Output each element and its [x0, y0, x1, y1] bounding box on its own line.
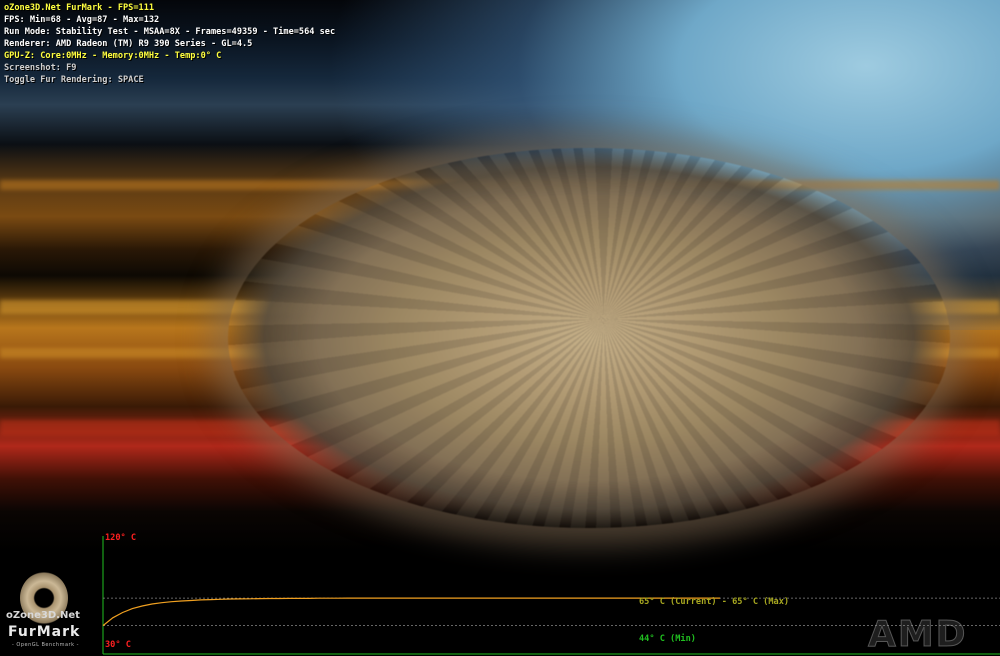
hud-gpuz: GPU-Z: Core:0MHz - Memory:0MHz - Temp:0°…	[4, 51, 222, 61]
temperature-graph-canvas	[102, 536, 1000, 655]
graph-current-label: 65° C (Current) - 65° C (Max)	[639, 597, 790, 607]
furmark-logo: oZone3D.Net FurMark - OpenGL Benchmark -	[2, 570, 94, 656]
fur-donut-object	[228, 148, 950, 528]
temperature-curve	[102, 597, 720, 627]
logo-site-text: oZone3D.Net	[6, 610, 80, 621]
amd-logo-watermark: AMD	[868, 614, 968, 656]
graph-max-scale-label: 120° C	[105, 533, 137, 543]
hud-overlay: oZone3D.Net FurMark - FPS=111 FPS: Min=6…	[4, 2, 335, 86]
hud-toggle-hint: Toggle Fur Rendering: SPACE	[4, 75, 144, 85]
hud-fps-stats: FPS: Min=68 - Avg=87 - Max=132	[4, 15, 160, 25]
fur-texture	[228, 148, 950, 528]
logo-sub-text: - OpenGL Benchmark -	[12, 642, 79, 648]
furmark-render-window: oZone3D.Net FurMark - FPS=111 FPS: Min=6…	[0, 0, 1000, 656]
hud-screenshot-hint: Screenshot: F9	[4, 63, 77, 73]
graph-min-scale-label: 30° C	[105, 640, 131, 650]
graph-min-label: 44° C (Min)	[639, 634, 696, 644]
temperature-graph: 120° C 30° C 65° C (Current) - 65° C (Ma…	[0, 530, 1000, 656]
logo-name-text: FurMark	[8, 624, 81, 640]
hud-renderer: Renderer: AMD Radeon (TM) R9 390 Series …	[4, 39, 253, 49]
hud-title: oZone3D.Net FurMark - FPS=111	[4, 3, 155, 13]
hud-run-mode: Run Mode: Stability Test - MSAA=8X - Fra…	[4, 27, 336, 37]
